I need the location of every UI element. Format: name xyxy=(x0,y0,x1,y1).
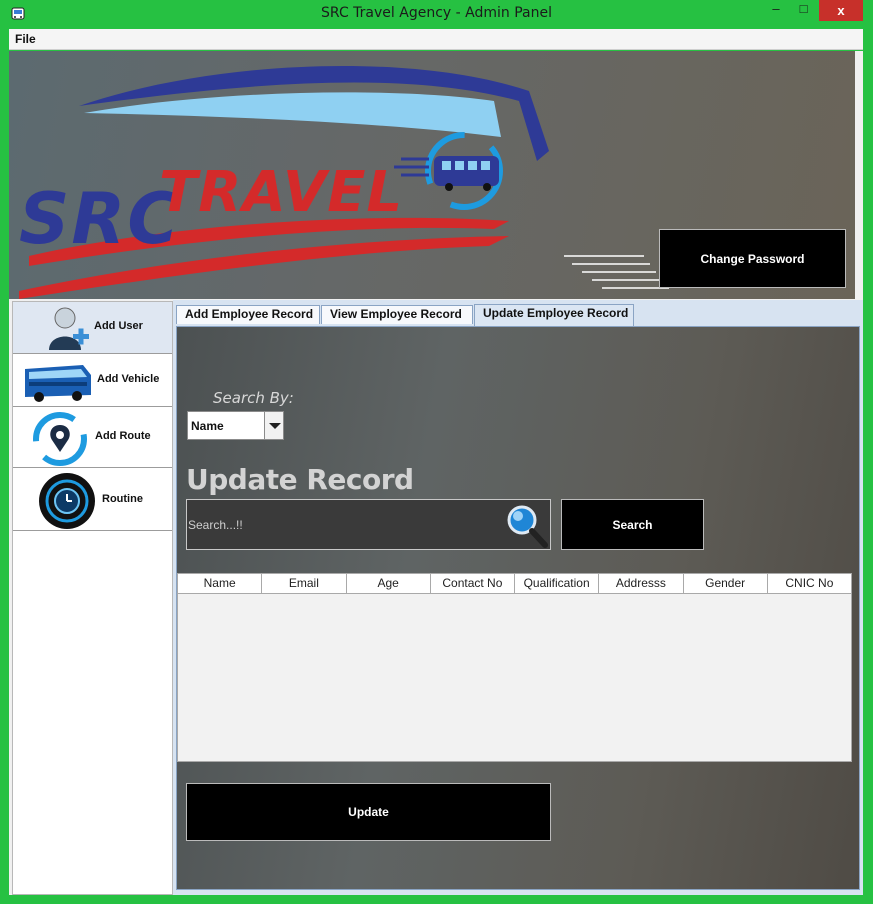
search-by-label: Search By: xyxy=(213,389,294,407)
search-box xyxy=(186,499,551,550)
tab-update-employee-record[interactable]: Update Employee Record xyxy=(474,304,634,326)
sidebar-item-label: Add Route xyxy=(95,430,151,442)
close-button[interactable]: x xyxy=(819,0,863,21)
column-header-address[interactable]: Addresss xyxy=(599,574,684,593)
sidebar-nav: Add User Add Vehicle Add Route Routine xyxy=(12,301,173,895)
bus-icon xyxy=(25,365,91,402)
user-add-icon xyxy=(49,307,89,350)
sidebar-item-add-user[interactable]: Add User xyxy=(13,302,172,354)
sidebar-item-label: Add User xyxy=(94,320,143,332)
svg-text:TRAVEL: TRAVEL xyxy=(159,160,403,225)
banner-edge xyxy=(855,51,863,299)
sidebar-item-add-vehicle[interactable]: Add Vehicle xyxy=(13,355,172,407)
sidebar-item-label: Routine xyxy=(102,493,143,505)
menu-bar: File xyxy=(9,29,863,50)
clock-icon xyxy=(39,473,95,529)
column-header-name[interactable]: Name xyxy=(178,574,263,593)
header-banner: SRC TRAVEL Change Password xyxy=(9,51,863,299)
sidebar-item-label: Add Vehicle xyxy=(97,373,160,385)
column-header-cnic-no[interactable]: CNIC No xyxy=(768,574,851,593)
route-pin-icon xyxy=(33,412,87,466)
employee-table: Name Email Age Contact No Qualification … xyxy=(177,573,852,762)
content-area: SRC TRAVEL Change Password Add User Add … xyxy=(9,51,863,895)
column-header-qualification[interactable]: Qualification xyxy=(515,574,600,593)
speed-lines xyxy=(564,255,669,289)
column-header-email[interactable]: Email xyxy=(262,574,347,593)
sidebar-item-add-route[interactable]: Add Route xyxy=(13,408,172,468)
sidebar-item-routine[interactable]: Routine xyxy=(13,469,172,531)
column-header-contact-no[interactable]: Contact No xyxy=(431,574,515,593)
main-panel: Add Employee Record View Employee Record… xyxy=(173,300,863,895)
menu-file[interactable]: File xyxy=(15,32,36,46)
change-password-button[interactable]: Change Password xyxy=(659,229,846,288)
update-button[interactable]: Update xyxy=(186,783,551,841)
minimize-button[interactable]: – xyxy=(763,0,789,21)
src-travel-logo: SRC TRAVEL xyxy=(19,65,549,299)
table-header: Name Email Age Contact No Qualification … xyxy=(178,574,851,594)
search-by-value: Name xyxy=(191,419,224,433)
window-title: SRC Travel Agency - Admin Panel xyxy=(321,5,552,21)
chevron-down-icon[interactable] xyxy=(264,412,283,439)
column-header-age[interactable]: Age xyxy=(347,574,431,593)
search-input[interactable] xyxy=(187,500,497,549)
search-icon xyxy=(507,505,548,548)
tab-view-employee-record[interactable]: View Employee Record xyxy=(321,305,473,324)
title-bar[interactable]: SRC Travel Agency - Admin Panel – □ x xyxy=(0,0,873,28)
maximize-button[interactable]: □ xyxy=(790,0,817,21)
update-record-panel: Search By: Name Update Record Search...!… xyxy=(176,326,860,890)
app-window: SRC Travel Agency - Admin Panel – □ x Fi… xyxy=(0,0,873,904)
search-button[interactable]: Search xyxy=(561,499,704,550)
search-by-select[interactable]: Name xyxy=(187,411,284,440)
page-title: Update Record xyxy=(186,463,414,496)
svg-text:SRC: SRC xyxy=(19,178,181,260)
tab-add-employee-record[interactable]: Add Employee Record xyxy=(176,305,320,324)
column-header-gender[interactable]: Gender xyxy=(684,574,768,593)
